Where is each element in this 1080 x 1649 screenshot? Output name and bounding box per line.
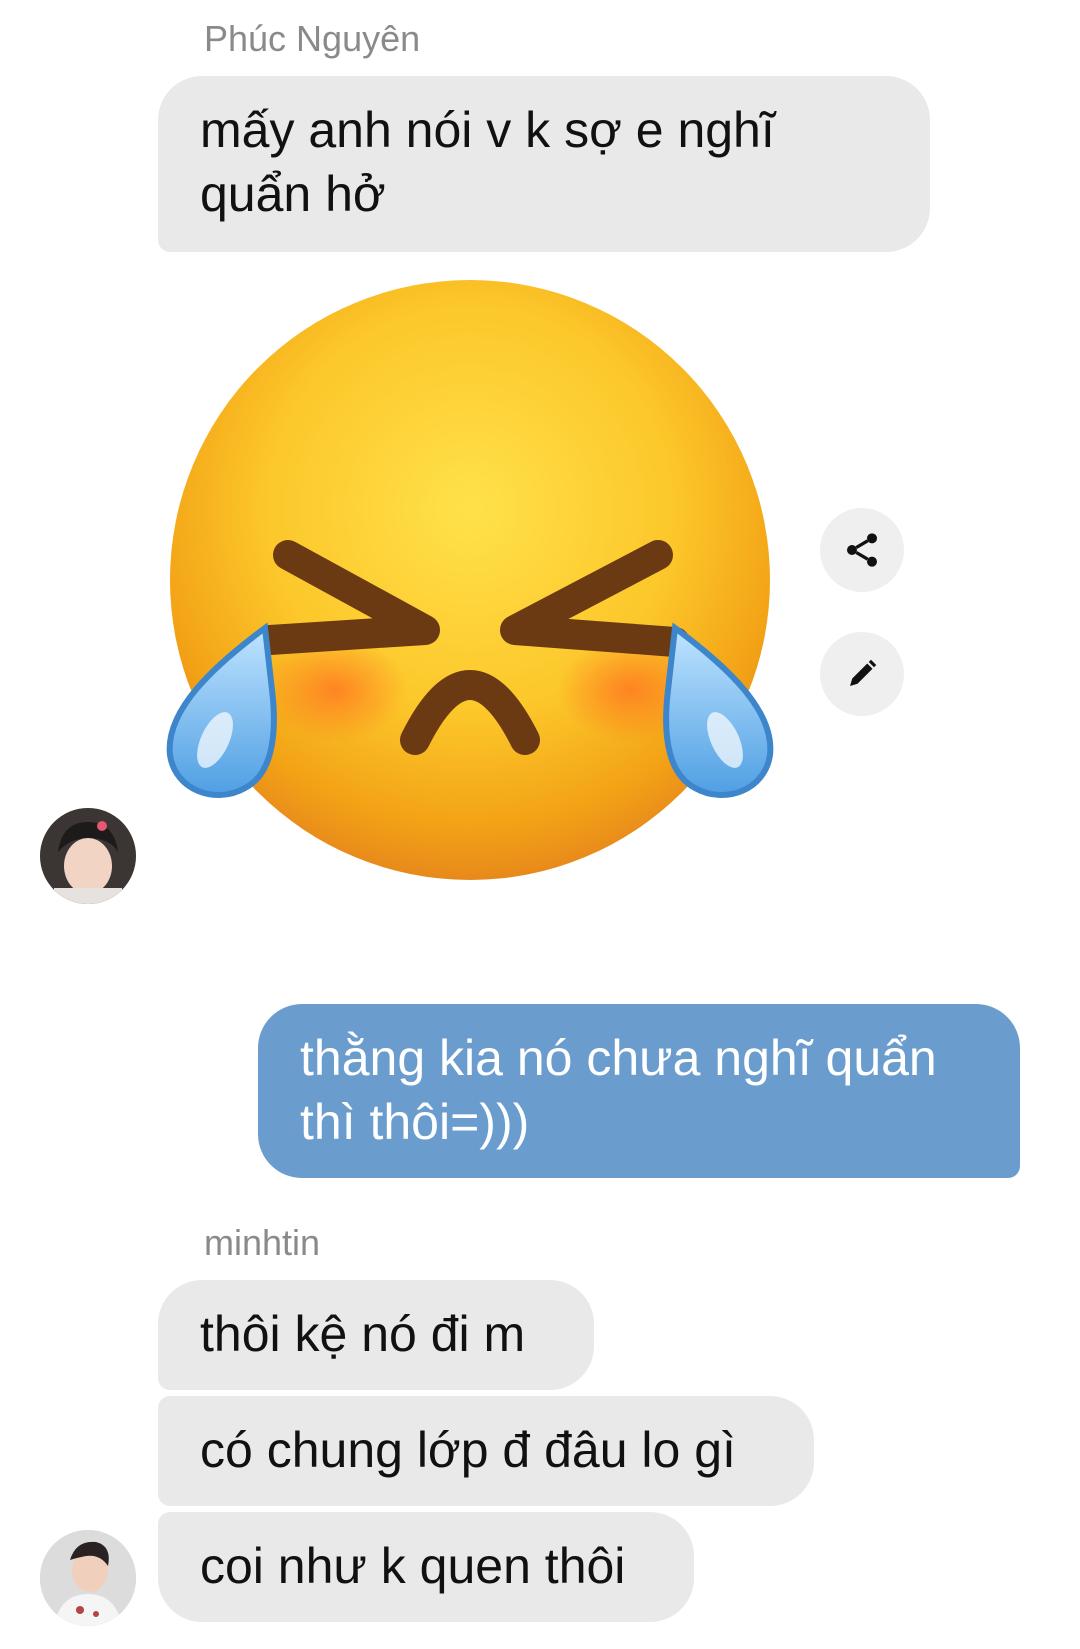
- share-button[interactable]: [820, 508, 904, 592]
- avatar-phuc-nguyen[interactable]: [40, 808, 136, 904]
- message-text: coi như k quen thôi: [200, 1538, 626, 1594]
- message-text: thôi kệ nó đi m: [200, 1306, 526, 1362]
- outgoing-message-bubble[interactable]: thằng kia nó chưa nghĩ quẩn thì thôi=))): [258, 1004, 1020, 1178]
- message-text-line: quẩn hở: [200, 166, 386, 222]
- incoming-message-bubble[interactable]: mấy anh nói v k sợ e nghĩ quẩn hở: [158, 76, 930, 252]
- message-text: có chung lớp đ đâu lo gì: [200, 1422, 736, 1478]
- message-text-line: mấy anh nói v k sợ e nghĩ: [200, 102, 775, 158]
- share-icon: [847, 533, 877, 567]
- profile-photo: [40, 808, 136, 904]
- incoming-message-bubble[interactable]: thôi kệ nó đi m: [158, 1280, 594, 1390]
- avatar-minhtin[interactable]: [40, 1530, 136, 1626]
- message-text-line: thì thôi=))): [300, 1094, 530, 1150]
- incoming-message-bubble[interactable]: coi như k quen thôi: [158, 1512, 694, 1622]
- pencil-icon: [850, 659, 877, 686]
- loudly-crying-face-sticker[interactable]: [160, 270, 820, 910]
- message-text-line: thằng kia nó chưa nghĩ quẩn: [300, 1030, 937, 1086]
- incoming-message-bubble[interactable]: có chung lớp đ đâu lo gì: [158, 1396, 814, 1506]
- sender-name-phuc-nguyen: Phúc Nguyên: [204, 18, 421, 59]
- edit-button[interactable]: [820, 632, 904, 716]
- profile-photo: [40, 1530, 136, 1626]
- sender-name-minhtin: minhtin: [204, 1222, 321, 1263]
